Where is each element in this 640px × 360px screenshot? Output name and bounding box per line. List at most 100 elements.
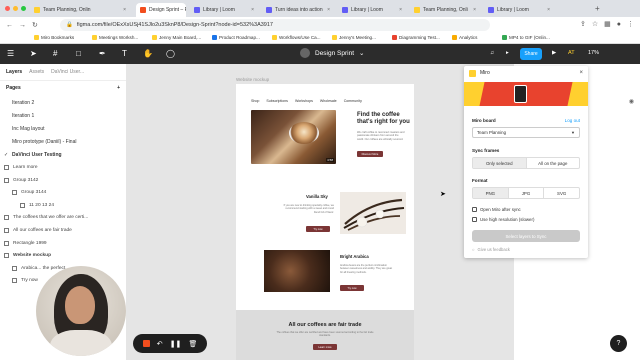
new-tab-button[interactable]: +: [595, 4, 600, 13]
stop-recording-button[interactable]: [142, 340, 150, 347]
shape-tool-icon[interactable]: □: [76, 49, 81, 58]
text-tool-icon[interactable]: T: [122, 49, 127, 58]
close-icon[interactable]: ×: [579, 70, 583, 76]
browser-tab[interactable]: Team Planning, Onlin ×: [30, 3, 130, 17]
close-window-button[interactable]: [5, 6, 10, 11]
browser-tab[interactable]: Library | Loom ×: [338, 3, 406, 17]
browser-tab[interactable]: Library | Loom ×: [190, 3, 258, 17]
profile-icon[interactable]: ●: [617, 21, 621, 28]
layer-item[interactable]: All our coffees are fair trade: [0, 225, 126, 236]
tab-layers[interactable]: Layers: [6, 69, 22, 75]
extensions-icon[interactable]: ▦: [604, 20, 611, 28]
tab-title: Team Planning, Onlin: [43, 7, 91, 13]
comment-tool-icon[interactable]: ◯: [166, 49, 175, 58]
browser-tab[interactable]: Turn ideas into action ×: [262, 3, 334, 17]
page-item[interactable]: ✓ DaVinci User Testing: [0, 149, 126, 160]
frame-label[interactable]: Website mockup: [236, 77, 269, 82]
close-tab-icon[interactable]: ×: [473, 7, 476, 13]
coffee-cup-image: 4:58: [251, 110, 336, 164]
tab-assets[interactable]: Assets: [29, 69, 44, 75]
layer-item[interactable]: Group 3144: [0, 187, 126, 198]
pen-tool-icon[interactable]: ✒: [99, 49, 106, 58]
bookmark-item[interactable]: Diagramming Test...: [392, 35, 440, 40]
layer-name: Rectangle 1999: [13, 240, 47, 246]
move-tool-icon[interactable]: ➤: [30, 49, 37, 58]
logout-link[interactable]: Log out: [565, 118, 580, 123]
pause-icon[interactable]: ❚❚: [170, 340, 182, 348]
browser-tab[interactable]: Library | Loom ×: [484, 3, 554, 17]
open-miro-checkbox[interactable]: Open Miro after sync: [472, 207, 521, 212]
close-tab-icon[interactable]: ×: [251, 7, 254, 13]
tab-team-library[interactable]: DaVinci User...: [51, 69, 84, 75]
format-option[interactable]: JPG: [509, 188, 545, 198]
mockup-nav-link: Workshops: [294, 99, 313, 103]
bookmark-item[interactable]: Workflows/Use Ca...: [272, 35, 321, 40]
forward-icon[interactable]: →: [19, 22, 26, 29]
add-page-icon[interactable]: +: [117, 85, 120, 91]
pages-header: Pages +: [0, 81, 126, 95]
figma-canvas[interactable]: Website mockup Shop Subscriptions Workshop…: [127, 64, 514, 360]
sync-frames-option[interactable]: Only selected: [473, 158, 527, 168]
reload-icon[interactable]: ↻: [32, 21, 38, 29]
page-item[interactable]: Iteration 2: [0, 97, 126, 108]
headphones-icon[interactable]: ♫: [490, 50, 494, 56]
zoom-level[interactable]: 17%: [588, 50, 599, 56]
help-button[interactable]: ?: [610, 335, 627, 352]
bookmark-item[interactable]: Analytics: [452, 35, 477, 40]
page-name: Inc Mag layout: [12, 125, 45, 132]
back-icon[interactable]: ←: [6, 22, 13, 29]
play-icon[interactable]: ▶: [552, 50, 556, 56]
sync-frames-option[interactable]: All on the page: [527, 158, 580, 168]
share-page-icon[interactable]: ⇪: [580, 20, 586, 28]
close-tab-icon[interactable]: ×: [547, 7, 550, 13]
layer-item[interactable]: Rectangle 1999: [0, 238, 126, 249]
tab-favicon: [342, 7, 348, 13]
frame-tool-icon[interactable]: #: [53, 49, 57, 58]
layer-item[interactable]: 11 20 13 24: [0, 200, 126, 211]
format-option[interactable]: SVG: [544, 188, 579, 198]
layer-item[interactable]: Website mockup: [0, 250, 126, 261]
sync-button[interactable]: Select layers to Sync: [472, 230, 580, 242]
bookmark-item[interactable]: Product Roadmap...: [212, 35, 260, 40]
close-tab-icon[interactable]: ×: [327, 7, 330, 13]
hand-tool-icon[interactable]: ✋: [143, 49, 153, 58]
bookmark-label: Meetings Worksh...: [99, 35, 139, 40]
bookmark-star-icon[interactable]: ☆: [592, 20, 598, 28]
user-avatar[interactable]: AT: [568, 50, 575, 56]
layer-item[interactable]: Learn more: [0, 162, 126, 173]
menu-icon[interactable]: ⋮: [627, 20, 634, 28]
feedback-link[interactable]: ○ Give us feedback: [472, 247, 510, 252]
layer-item[interactable]: Group 3142: [0, 175, 126, 186]
bookmark-icon: [92, 35, 97, 40]
share-button[interactable]: Share: [520, 48, 542, 60]
minimize-window-button[interactable]: [13, 6, 18, 11]
eye-icon[interactable]: ◉: [629, 98, 634, 105]
figma-menu-icon[interactable]: ☰: [7, 49, 14, 58]
bookmark-item[interactable]: Miro Bookmarks: [34, 35, 74, 40]
miro-board-select[interactable]: Team Planning ▼: [472, 127, 580, 138]
page-item[interactable]: Iteration 1: [0, 110, 126, 121]
file-title[interactable]: Design Sprint ⌄: [300, 48, 364, 58]
sync-frames-label: Sync frames: [472, 148, 500, 153]
webcam-bubble[interactable]: [36, 266, 126, 356]
page-item[interactable]: Inc Mag layout: [0, 123, 126, 134]
website-mockup-frame[interactable]: Shop Subscriptions Workshops Wholesale Commu…: [236, 84, 414, 360]
present-icon[interactable]: ▸: [506, 50, 509, 56]
bookmark-item[interactable]: Jenny Main Board,...: [152, 35, 201, 40]
layer-item[interactable]: The coffees that we offer are certi...: [0, 212, 126, 223]
maximize-window-button[interactable]: [21, 6, 26, 11]
trash-icon[interactable]: 🗑: [189, 340, 198, 348]
close-tab-icon[interactable]: ×: [399, 7, 402, 13]
url-input[interactable]: 🔒 figma.com/file/OExXsUSj41SJlo2u3SknP8/…: [60, 19, 490, 31]
browser-tab[interactable]: Design Sprint – F×: [136, 3, 186, 17]
bookmark-item[interactable]: MP4 to GIF (Onlin...: [502, 35, 550, 40]
format-option[interactable]: PNG: [473, 188, 509, 198]
close-tab-icon[interactable]: ×: [123, 7, 126, 13]
high-res-checkbox[interactable]: Use high resolution (slower): [472, 217, 534, 222]
undo-icon[interactable]: ↶: [157, 340, 163, 348]
bookmark-item[interactable]: Jenny's Meeting...: [332, 35, 376, 40]
bookmark-label: Workflows/Use Ca...: [279, 35, 321, 40]
page-item[interactable]: Miro prototype (Daniil) - Final: [0, 136, 126, 147]
bookmark-item[interactable]: Meetings Worksh...: [92, 35, 138, 40]
browser-tab[interactable]: Team Planning, Onli ×: [410, 3, 480, 17]
